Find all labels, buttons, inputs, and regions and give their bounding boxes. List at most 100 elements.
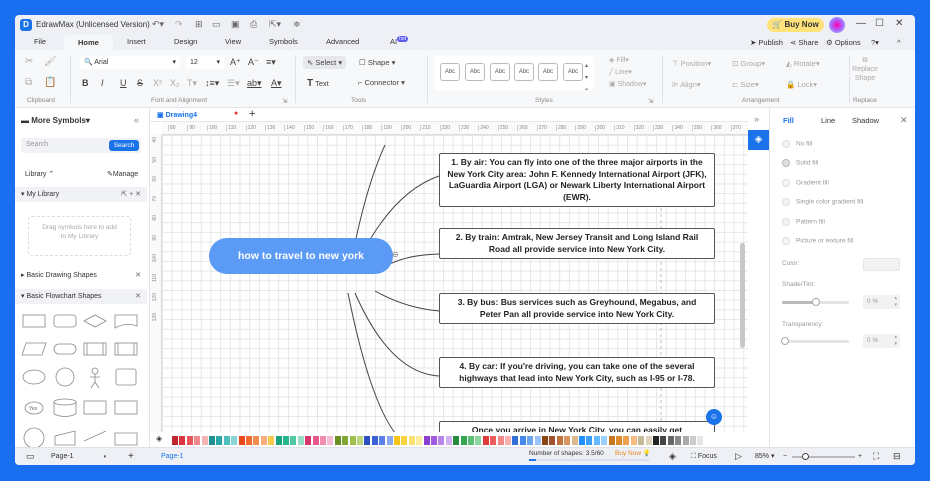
- focus-button[interactable]: ⛶ Focus: [691, 448, 717, 465]
- page-selector[interactable]: Page-1 ▾: [51, 448, 106, 465]
- color-picker[interactable]: [863, 258, 900, 271]
- customize-icon[interactable]: ≑: [293, 19, 301, 30]
- connector-button[interactable]: ⌐ Connector ▾: [358, 78, 405, 87]
- color-swatch[interactable]: [371, 436, 378, 445]
- library-toggle[interactable]: Library ⌃: [25, 170, 54, 178]
- color-swatch[interactable]: [460, 436, 467, 445]
- style-swatch[interactable]: Abc: [538, 63, 558, 81]
- color-swatch[interactable]: [579, 436, 585, 445]
- maximize-icon[interactable]: ☐: [875, 18, 884, 29]
- basic-drawing-shapes-section[interactable]: ▸ Basic Drawing Shapes ✕: [15, 268, 147, 283]
- color-swatch[interactable]: [201, 436, 208, 445]
- line-spacing-icon[interactable]: ↕≡▾: [205, 78, 219, 89]
- replace-shape-button[interactable]: ⧉ Replace Shape: [851, 56, 879, 83]
- color-swatch[interactable]: [534, 436, 541, 445]
- manage-button[interactable]: ✎Manage: [107, 170, 138, 178]
- color-swatch[interactable]: [209, 436, 215, 445]
- color-swatch[interactable]: [438, 436, 445, 445]
- flowchart-shape-grid[interactable]: Yes: [20, 311, 145, 447]
- collapse-ribbon-icon[interactable]: ^: [897, 38, 901, 47]
- color-swatch[interactable]: [238, 436, 245, 445]
- zoom-in-icon[interactable]: +: [858, 448, 862, 465]
- vertical-scrollbar[interactable]: [740, 243, 745, 348]
- more-symbols-button[interactable]: ▬ More Symbols▾: [21, 116, 90, 125]
- topic-box[interactable]: 1. By air: You can fly into one of the t…: [439, 153, 715, 207]
- tab-design[interactable]: Design: [174, 37, 197, 46]
- position-button[interactable]: ⊤ Position▾: [672, 59, 711, 68]
- color-swatch[interactable]: [549, 436, 556, 445]
- save-icon[interactable]: ▣: [231, 19, 240, 30]
- style-swatch[interactable]: Abc: [490, 63, 510, 81]
- color-swatch[interactable]: [667, 436, 674, 445]
- my-library-section[interactable]: ▾ My Library ⇱ + ✕: [15, 187, 147, 202]
- radio-picture-fill[interactable]: Picture or texture fill: [782, 237, 853, 245]
- fullscreen-icon[interactable]: ⊟: [893, 448, 901, 465]
- color-swatch[interactable]: [364, 436, 371, 445]
- color-swatch[interactable]: [497, 436, 504, 445]
- color-swatch[interactable]: [608, 436, 615, 445]
- expand-panel-icon[interactable]: »: [754, 114, 759, 124]
- italic-icon[interactable]: I: [101, 78, 104, 88]
- strikethrough-icon[interactable]: S: [137, 78, 143, 88]
- play-icon[interactable]: ▷: [735, 448, 742, 465]
- color-swatch[interactable]: [638, 436, 645, 445]
- style-swatch[interactable]: Abc: [465, 63, 485, 81]
- color-swatch[interactable]: [453, 436, 460, 445]
- color-swatch[interactable]: [556, 436, 563, 445]
- redo-icon[interactable]: ↷: [175, 19, 183, 30]
- color-swatch[interactable]: [645, 436, 652, 445]
- color-swatch[interactable]: [297, 436, 304, 445]
- shadow-button[interactable]: ▣ Shadow▾: [609, 80, 646, 88]
- color-swatch[interactable]: [253, 436, 260, 445]
- print-icon[interactable]: ⎙: [250, 19, 257, 30]
- tab-symbols[interactable]: Symbols: [269, 37, 298, 46]
- color-swatch[interactable]: [630, 436, 637, 445]
- text-style-icon[interactable]: T▾: [187, 78, 197, 89]
- color-swatch[interactable]: [186, 436, 193, 445]
- color-swatch[interactable]: [475, 436, 482, 445]
- tab-view[interactable]: View: [225, 37, 241, 46]
- drawing-canvas[interactable]: ▣ Drawing4 ● + 80 90 100 110 120 130 140 150 160…: [150, 108, 748, 451]
- color-swatch[interactable]: [268, 436, 275, 445]
- lock-button[interactable]: 🔒 Lock▾: [786, 80, 817, 89]
- collapse-panel-icon[interactable]: «: [134, 115, 139, 125]
- color-swatch[interactable]: [564, 436, 571, 445]
- color-swatch[interactable]: [386, 436, 393, 445]
- color-swatch[interactable]: [431, 436, 437, 445]
- color-swatch[interactable]: [586, 436, 593, 445]
- color-swatch[interactable]: [283, 436, 289, 445]
- ai-assistant-icon[interactable]: ☺: [706, 409, 722, 425]
- color-swatch[interactable]: [660, 436, 667, 445]
- color-swatch[interactable]: [653, 436, 659, 445]
- color-swatch[interactable]: [194, 436, 201, 445]
- color-swatch[interactable]: [423, 436, 430, 445]
- color-swatch[interactable]: [616, 436, 622, 445]
- close-icon[interactable]: ✕: [895, 18, 903, 29]
- color-swatch[interactable]: [342, 436, 349, 445]
- color-swatch[interactable]: [690, 436, 696, 445]
- tab-fill[interactable]: Fill: [783, 116, 794, 125]
- collapse-branch-icon[interactable]: ⊖: [392, 250, 399, 259]
- color-swatch[interactable]: [445, 436, 452, 445]
- fill-button[interactable]: ◈ Fill▾: [609, 56, 629, 64]
- basic-flowchart-shapes-section[interactable]: ▾ Basic Flowchart Shapes ✕: [15, 289, 147, 304]
- fill-tool-icon[interactable]: ◈: [748, 130, 769, 150]
- tab-line[interactable]: Line: [821, 116, 835, 125]
- add-page-icon[interactable]: +: [128, 448, 134, 465]
- rotate-button[interactable]: ◭ Rotate▾: [786, 59, 820, 68]
- bullets-icon[interactable]: ☰▾: [227, 78, 240, 89]
- underline-icon[interactable]: U: [120, 78, 127, 88]
- increase-font-icon[interactable]: A⁺: [230, 57, 241, 68]
- radio-solid-fill[interactable]: Solid fill: [782, 159, 818, 167]
- color-swatch[interactable]: [401, 436, 408, 445]
- decrease-font-icon[interactable]: A⁻: [248, 57, 259, 68]
- color-swatch[interactable]: [623, 436, 630, 445]
- color-swatch[interactable]: [527, 436, 534, 445]
- color-swatch[interactable]: [468, 436, 474, 445]
- topic-box[interactable]: 2. By train: Amtrak, New Jersey Transit …: [439, 228, 715, 259]
- color-swatch[interactable]: [416, 436, 423, 445]
- bold-icon[interactable]: B: [82, 78, 89, 88]
- color-swatch[interactable]: [231, 436, 238, 445]
- style-swatch[interactable]: Abc: [440, 63, 460, 81]
- font-size-select[interactable]: 12 ▾: [186, 56, 224, 69]
